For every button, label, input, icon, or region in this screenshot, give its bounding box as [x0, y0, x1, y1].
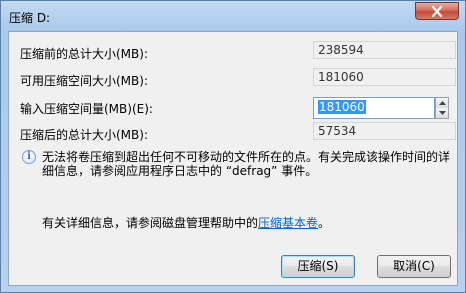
- details-suffix: 。: [318, 216, 331, 230]
- dialog-body: 压缩前的总计大小(MB): 238594 可用压缩空间大小(MB): 18106…: [8, 31, 458, 286]
- shrink-amount-spinner[interactable]: [435, 97, 449, 119]
- total-after-value: 57534: [313, 122, 456, 140]
- available-space-label: 可用压缩空间大小(MB):: [20, 74, 148, 88]
- shrink-amount-label: 输入压缩空间量(MB)(E):: [20, 102, 153, 116]
- total-before-label: 压缩前的总计大小(MB):: [20, 47, 148, 61]
- shrink-amount-value: 181060: [318, 100, 366, 114]
- window-title: 压缩 D:: [9, 11, 51, 25]
- shrink-amount-input[interactable]: 181060: [313, 97, 435, 119]
- info-message: 无法将卷压缩到超出任何不可移动的文件所在的点。有关完成该操作时间的详细信息，请参…: [42, 150, 451, 178]
- arrow-up-icon: [439, 101, 446, 105]
- shrink-button[interactable]: 压缩(S): [281, 255, 355, 278]
- title-bar[interactable]: 压缩 D:: [1, 1, 465, 31]
- total-after-label: 压缩后的总计大小(MB):: [20, 128, 148, 142]
- close-icon: [431, 6, 443, 17]
- spin-down-button[interactable]: [436, 108, 448, 118]
- close-button[interactable]: [415, 2, 459, 20]
- arrow-down-icon: [439, 111, 446, 115]
- cancel-button[interactable]: 取消(C): [377, 255, 451, 278]
- info-icon: i: [22, 150, 36, 164]
- shrink-dialog-window: 压缩 D: 压缩前的总计大小(MB): 238594 可用压缩空间大小(MB):…: [0, 0, 466, 293]
- details-prefix: 有关详细信息，请参阅磁盘管理帮助中的: [42, 216, 259, 230]
- total-before-value: 238594: [313, 41, 456, 59]
- available-space-value: 181060: [313, 68, 456, 86]
- details-line: 有关详细信息，请参阅磁盘管理帮助中的压缩基本卷。: [42, 214, 330, 231]
- shrink-basic-volume-link[interactable]: 压缩基本卷: [258, 216, 318, 230]
